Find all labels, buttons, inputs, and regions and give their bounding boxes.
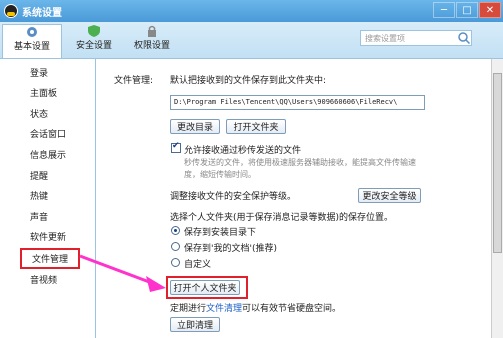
file-management-section-label: 文件管理: [114,76,154,86]
scrollbar[interactable] [491,59,503,338]
sidebar-item-sound[interactable]: 声音 [30,210,48,223]
tab-basic-settings-label: 基本设置 [13,42,50,52]
allow-fast-send-label: 允许接收通过秒传发送的文件 [184,146,302,156]
fast-send-description-line2: 度，缩短传输时间。 [184,170,256,179]
radio-install-dir[interactable] [171,226,180,235]
sidebar-item-file-management[interactable]: 文件管理 [20,248,81,269]
radio-custom[interactable] [171,258,180,267]
sidebar-item-reminders[interactable]: 提醒 [30,169,48,182]
tab-security-settings-label: 安全设置 [75,41,112,51]
radio-my-documents-label: 保存到'我的文档'(推荐) [184,244,277,254]
cleanup-prefix: 定期进行 [170,304,207,314]
allow-fast-send-checkbox[interactable] [171,141,181,153]
change-directory-button[interactable]: 更改目录 [170,119,220,134]
cleanup-now-button[interactable]: 立即清理 [170,317,220,332]
tab-permission-settings[interactable]: 权限设置 [122,24,182,56]
save-path-field[interactable]: D:\Program Files\Tencent\QQ\Users\909660… [170,95,425,110]
cleanup-text: 定期进行文件清理可以有效节省硬盘空间。 [170,301,341,314]
personal-folder-text: 选择个人文件夹(用于保存消息记录等数据)的保存位置。 [170,213,394,223]
sidebar-item-info-display[interactable]: 信息展示 [30,148,66,161]
gear-icon [27,27,37,37]
sidebar-item-main-panel[interactable]: 主面板 [30,86,57,99]
tab-permission-settings-label: 权限设置 [133,41,170,51]
search-icon[interactable] [457,31,471,45]
tab-basic-settings[interactable]: 基本设置 [2,24,62,58]
radio-install-dir-label: 保存到安装目录下 [184,228,257,238]
sidebar-item-login[interactable]: 登录 [30,66,48,79]
scrollbar-thumb[interactable] [493,73,502,253]
security-level-text: 调整接收文件的安全保护等级。 [170,192,297,202]
sidebar-item-audio-video[interactable]: 音视频 [30,273,57,286]
open-folder-button[interactable]: 打开文件夹 [226,119,286,134]
sidebar-item-software-update[interactable]: 软件更新 [30,230,66,243]
window-title: 系统设置 [22,8,62,19]
lock-icon [148,25,156,37]
default-save-text: 默认把接收到的文件保存到此文件夹中: [170,76,327,86]
radio-my-documents[interactable] [171,242,180,251]
shield-icon [88,25,100,37]
fast-send-description-line1: 秒传发送的文件，将使用极速服务器辅助接收，能提高文件传输速 [184,158,416,167]
close-button[interactable]: ✕ [479,2,501,18]
title-bar: 系统设置 ─ □ ✕ [0,0,503,22]
tab-security-settings[interactable]: 安全设置 [64,24,124,56]
radio-custom-label: 自定义 [184,260,212,270]
qq-penguin-icon [4,4,18,18]
search-input[interactable]: 搜索设置项 [360,30,472,46]
minimize-button[interactable]: ─ [433,2,455,18]
window-controls: ─ □ ✕ [433,2,501,18]
sidebar: 登录 主面板 状态 会话窗口 信息展示 提醒 热键 声音 软件更新 文件管理 音… [0,59,96,338]
highlight-box-personal-folder [166,276,248,299]
maximize-button[interactable]: □ [456,2,478,18]
change-security-level-button[interactable]: 更改安全等级 [358,188,421,203]
cleanup-suffix: 可以有效节省硬盘空间。 [242,304,342,314]
sidebar-item-chat-window[interactable]: 会话窗口 [30,127,66,140]
sidebar-item-status[interactable]: 状态 [30,107,48,120]
file-cleanup-link[interactable]: 文件清理 [206,304,242,314]
sidebar-item-hotkeys[interactable]: 热键 [30,189,48,202]
